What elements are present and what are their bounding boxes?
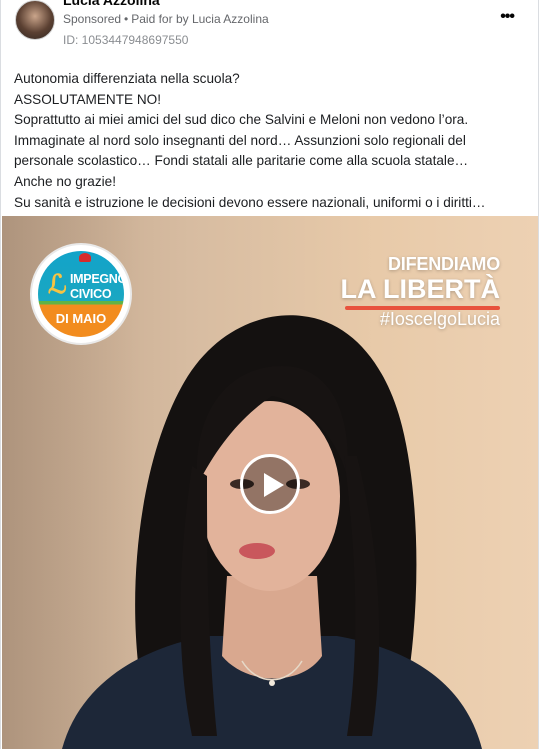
- logo-flag-icon: [79, 253, 91, 262]
- avatar[interactable]: [15, 0, 55, 40]
- meta-separator: •: [124, 12, 129, 26]
- post-text-line: personale scolastico… Fondi statali alle…: [14, 153, 469, 169]
- logo-figure-icon: ℒ: [48, 269, 67, 299]
- slogan-line2: LA LIBERTÀ: [340, 274, 500, 304]
- post-text-line: Su sanità e istruzione le decisioni devo…: [14, 194, 486, 210]
- party-logo: ℒ IMPEGNO CIVICO DI MAIO: [30, 243, 132, 345]
- campaign-slogan: DIFENDIAMO LA LIBERTÀ #IoscelgoLucia: [340, 254, 501, 330]
- logo-text-line2: CIVICO: [70, 287, 112, 301]
- post-text-line: Anche no grazie!: [14, 173, 117, 189]
- play-icon: [264, 473, 284, 497]
- logo-text-line3: DI MAIO: [55, 311, 107, 326]
- post-text: Autonomia differenziata nella scuola? AS…: [14, 69, 526, 213]
- paid-for-by-label: Paid for by Lucia Azzolina: [131, 12, 269, 26]
- post-text-line: Autonomia differenziata nella scuola?: [14, 71, 240, 86]
- ad-id: ID: 1053447948697550: [63, 33, 189, 47]
- post-text-line: Immaginate al nord solo insegnanti del n…: [14, 132, 466, 148]
- slogan-hashtag: #IoscelgoLucia: [379, 309, 500, 329]
- slogan-line1: DIFENDIAMO: [388, 254, 500, 274]
- page-name[interactable]: Lucia Azzolina: [63, 0, 160, 8]
- video-thumbnail[interactable]: ℒ IMPEGNO CIVICO DI MAIO DIFENDIAMO LA L…: [2, 216, 538, 749]
- slogan-underline: [345, 306, 500, 310]
- logo-text-line1: IMPEGNO: [70, 272, 124, 286]
- sponsored-line: Sponsored • Paid for by Lucia Azzolina: [63, 12, 269, 26]
- party-logo-badge: ℒ IMPEGNO CIVICO DI MAIO: [38, 251, 124, 337]
- post-text-line: Soprattutto ai miei amici del sud dico c…: [14, 112, 469, 128]
- play-button[interactable]: [240, 454, 300, 514]
- ad-card: Lucia Azzolina Sponsored • Paid for by Luc…: [0, 0, 539, 749]
- sponsored-label: Sponsored: [63, 12, 122, 26]
- more-options-button[interactable]: •••: [500, 8, 515, 26]
- post-header: Lucia Azzolina Sponsored • Paid for by Luc…: [1, 0, 538, 56]
- post-text-line: ASSOLUTAMENTE NO!: [14, 91, 162, 107]
